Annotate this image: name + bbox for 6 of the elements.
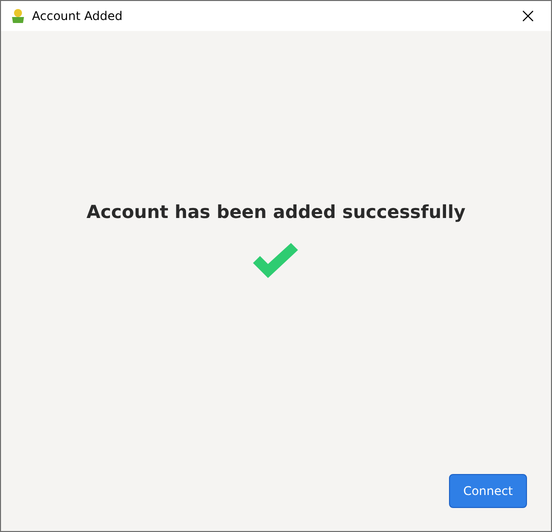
- success-message: Account has been added successfully: [86, 202, 466, 223]
- app-icon: [10, 8, 26, 24]
- checkmark-icon: [253, 243, 299, 279]
- connect-button[interactable]: Connect: [449, 474, 527, 508]
- window-title: Account Added: [32, 9, 124, 23]
- close-icon: [522, 10, 534, 22]
